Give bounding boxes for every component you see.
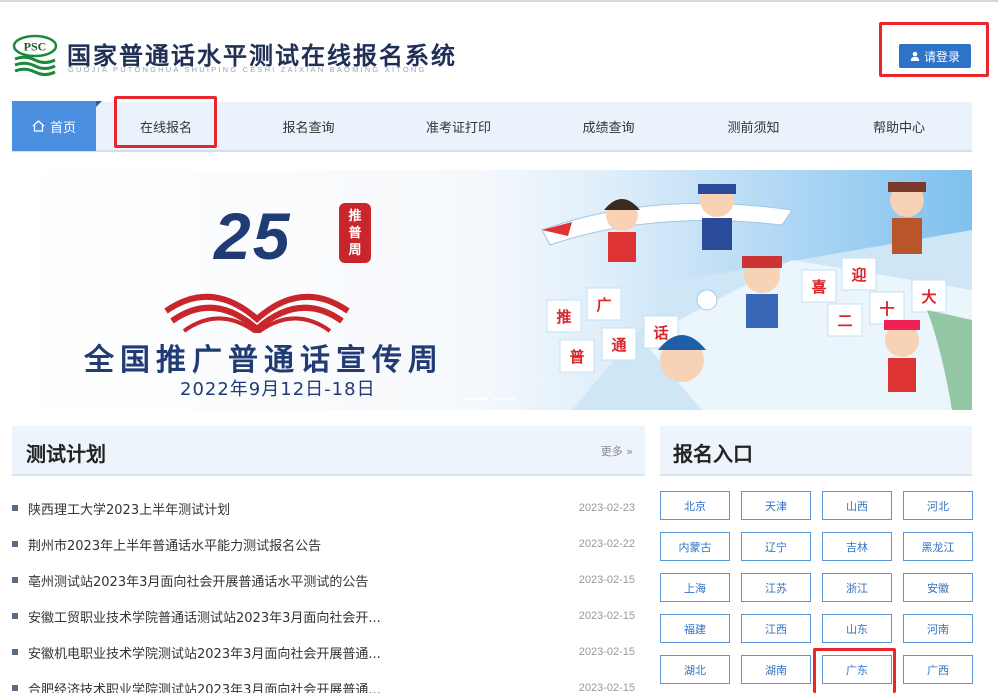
test-plans-header: 测试计划 更多 » <box>12 426 645 476</box>
open-book-icon <box>164 293 350 333</box>
plan-text[interactable]: 荆州市2023年上半年普通话水平能力测试报名公告 <box>28 535 565 554</box>
list-item[interactable]: 陕西理工大学2023上半年测试计划 2023-02-23 <box>12 490 635 526</box>
region-button-hubei[interactable]: 湖北 <box>660 655 730 684</box>
region-button-jiangsu[interactable]: 江苏 <box>741 573 811 602</box>
region-button-zhejiang[interactable]: 浙江 <box>822 573 892 602</box>
plan-text[interactable]: 亳州测试站2023年3月面向社会开展普通话水平测试的公告 <box>28 571 565 590</box>
plan-date: 2023-02-23 <box>578 502 635 514</box>
bullet-icon <box>12 613 18 619</box>
region-button-tianjin[interactable]: 天津 <box>741 491 811 520</box>
bullet-icon <box>12 541 18 547</box>
region-button-liaoning[interactable]: 辽宁 <box>741 532 811 561</box>
promo-banner[interactable]: 25 推 普 周 全国推广普通话宣传周 2022年9月12日-18日 推 广 普… <box>12 170 972 410</box>
banner-title: 全国推广普通话宣传周 <box>84 343 444 378</box>
list-item[interactable]: 合肥经济技术职业学院测试站2023年3月面向社会开展普通... 2023-02-1… <box>12 670 635 693</box>
tile-char: 二 <box>837 312 852 330</box>
plan-date: 2023-02-15 <box>578 646 635 658</box>
region-button-shandong[interactable]: 山东 <box>822 614 892 643</box>
tile-char: 普 <box>569 348 584 366</box>
tile-char: 迎 <box>851 266 866 284</box>
plan-text[interactable]: 陕西理工大学2023上半年测试计划 <box>28 499 565 518</box>
list-item[interactable]: 安徽机电职业技术学院测试站2023年3月面向社会开展普通... 2023-02-1… <box>12 634 635 670</box>
nav-pretest-notes[interactable]: 测前须知 <box>681 101 826 151</box>
region-button-shanxi[interactable]: 山西 <box>822 491 892 520</box>
banner-date: 2022年9月12日-18日 <box>180 379 376 400</box>
test-plans-title: 测试计划 <box>26 442 106 466</box>
seal-char: 周 <box>348 242 362 258</box>
registration-entry-header: 报名入口 <box>660 426 972 476</box>
region-button-hunan[interactable]: 湖南 <box>741 655 811 684</box>
region-button-beijing[interactable]: 北京 <box>660 491 730 520</box>
tile-char: 十 <box>879 300 894 318</box>
plan-text[interactable]: 合肥经济技术职业学院测试站2023年3月面向社会开展普通... <box>28 679 565 693</box>
seal-char: 普 <box>348 225 362 241</box>
tile-char: 大 <box>921 288 936 306</box>
logo-text: PSC <box>24 40 47 54</box>
nav-score-query[interactable]: 成绩查询 <box>536 101 681 151</box>
tile-char: 喜 <box>811 278 826 296</box>
region-button-jilin[interactable]: 吉林 <box>822 532 892 561</box>
region-button-hebei[interactable]: 河北 <box>903 491 973 520</box>
banner-illustration: 推 广 普 通 话 喜 迎 二 十 大 <box>541 182 972 410</box>
highlight-box-online-registration <box>114 96 217 148</box>
list-item[interactable]: 荆州市2023年上半年普通话水平能力测试报名公告 2023-02-22 <box>12 526 635 562</box>
region-button-heilongjiang[interactable]: 黑龙江 <box>903 532 973 561</box>
home-icon <box>32 120 45 132</box>
tile-char: 通 <box>611 336 626 354</box>
nav-home[interactable]: 首页 <box>12 101 102 151</box>
test-plans-list: 陕西理工大学2023上半年测试计划 2023-02-23 荆州市2023年上半年普… <box>12 490 635 693</box>
plan-date: 2023-02-15 <box>578 682 635 693</box>
bullet-icon <box>12 577 18 583</box>
banner-seal: 推 普 周 <box>339 203 371 263</box>
registration-entry-title: 报名入口 <box>673 442 753 466</box>
nav-registration-query[interactable]: 报名查询 <box>236 101 381 151</box>
region-button-fujian[interactable]: 福建 <box>660 614 730 643</box>
list-item[interactable]: 安徽工贸职业技术学院普通话测试站2023年3月面向社会开... 2023-02-1… <box>12 598 635 634</box>
bullet-icon <box>12 649 18 655</box>
region-button-guangxi[interactable]: 广西 <box>903 655 973 684</box>
nav-admission-ticket[interactable]: 准考证打印 <box>381 101 536 151</box>
nav-home-label: 首页 <box>49 119 76 135</box>
plan-date: 2023-02-15 <box>578 610 635 622</box>
seal-char: 推 <box>348 208 362 224</box>
region-button-neimenggu[interactable]: 内蒙古 <box>660 532 730 561</box>
plan-date: 2023-02-22 <box>578 538 635 550</box>
region-button-jiangxi[interactable]: 江西 <box>741 614 811 643</box>
tile-char: 推 <box>556 308 571 326</box>
plan-text[interactable]: 安徽工贸职业技术学院普通话测试站2023年3月面向社会开... <box>28 607 565 626</box>
list-item[interactable]: 亳州测试站2023年3月面向社会开展普通话水平测试的公告 2023-02-15 <box>12 562 635 598</box>
carousel-dot[interactable] <box>493 398 517 400</box>
region-button-anhui[interactable]: 安徽 <box>903 573 973 602</box>
top-border <box>0 0 998 2</box>
banner-number: 25 <box>214 199 292 273</box>
tile-char: 话 <box>653 324 668 342</box>
psc-logo[interactable]: PSC <box>12 34 58 76</box>
site-subtitle: GUOJIA PUTONGHUA SHUIPING CESHI ZAIXIAN … <box>68 65 427 74</box>
highlight-box-login <box>879 22 989 77</box>
bullet-icon <box>12 505 18 511</box>
highlight-box-guangdong <box>813 648 896 693</box>
nav-help-center[interactable]: 帮助中心 <box>826 101 972 151</box>
plan-text[interactable]: 安徽机电职业技术学院测试站2023年3月面向社会开展普通... <box>28 643 565 662</box>
carousel-dot[interactable] <box>464 398 488 400</box>
carousel-indicators <box>464 398 517 400</box>
region-button-shanghai[interactable]: 上海 <box>660 573 730 602</box>
region-button-henan[interactable]: 河南 <box>903 614 973 643</box>
more-link[interactable]: 更多 » <box>601 443 633 459</box>
bullet-icon <box>12 685 18 691</box>
plan-date: 2023-02-15 <box>578 574 635 586</box>
tile-char: 广 <box>596 296 611 314</box>
